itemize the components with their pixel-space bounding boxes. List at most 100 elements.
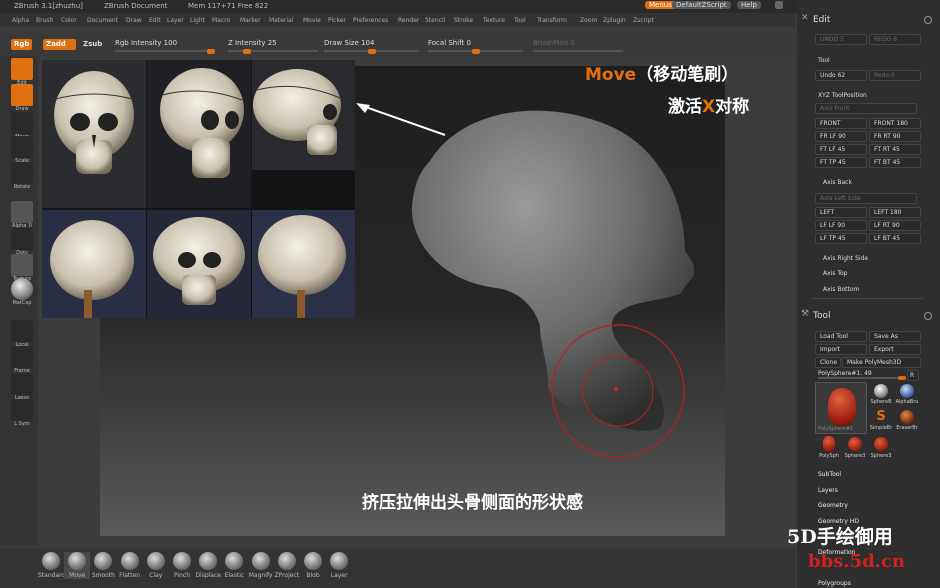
tool-thumb-alphabrush[interactable]: AlphaBru bbox=[895, 382, 919, 408]
default-zscript-button[interactable]: DefaultZScript bbox=[672, 1, 731, 9]
r-button[interactable]: R bbox=[907, 370, 919, 381]
brushmod-slider[interactable]: BrushMod 0 bbox=[533, 39, 623, 52]
edit-panel-toggle-icon[interactable] bbox=[924, 16, 932, 24]
tool-panel-toggle-icon[interactable] bbox=[924, 312, 932, 320]
lf-lf-90-button[interactable]: LF LF 90 bbox=[815, 220, 867, 231]
help-button[interactable]: Help bbox=[737, 1, 761, 9]
axis-back-button[interactable]: Axis Back bbox=[823, 179, 852, 186]
brush-smooth[interactable]: Smooth bbox=[90, 552, 116, 579]
undo-62-button[interactable]: Undo 62 bbox=[815, 70, 867, 81]
redo-button[interactable]: REDO 6 bbox=[869, 34, 921, 45]
tool-dots-button[interactable]: Dots bbox=[10, 228, 34, 256]
brush-blob[interactable]: Blob bbox=[300, 552, 326, 579]
subtool-section[interactable]: SubTool bbox=[818, 471, 841, 478]
menu-document[interactable]: Document bbox=[87, 17, 118, 24]
brush-clay[interactable]: Clay bbox=[143, 552, 169, 579]
axis-left-side-button[interactable]: Axis Left Side bbox=[815, 193, 917, 204]
redo-0-button[interactable]: Redo 0 bbox=[869, 70, 921, 81]
geometry-section[interactable]: Geometry bbox=[818, 502, 848, 509]
slider-knob[interactable] bbox=[472, 49, 480, 54]
tool-thumb-polysph[interactable]: PolySph bbox=[817, 436, 841, 460]
menu-movie[interactable]: Movie bbox=[303, 17, 321, 24]
menu-layer[interactable]: Layer bbox=[167, 17, 184, 24]
tool-local-button[interactable]: Local bbox=[10, 320, 34, 348]
focal-shift-slider[interactable]: Focal Shift 0 bbox=[428, 39, 523, 54]
load-tool-button[interactable]: Load Tool bbox=[815, 331, 867, 342]
axis-right-side-button[interactable]: Axis Right Side bbox=[823, 255, 868, 262]
brush-elastic[interactable]: Elastic bbox=[221, 552, 247, 579]
slider-knob[interactable] bbox=[368, 49, 376, 54]
tool-thumb-sphere3[interactable]: Sphere3 bbox=[843, 436, 867, 460]
lf-bt-45-button[interactable]: LF BT 45 bbox=[869, 233, 921, 244]
tool-thumb-sphere3b[interactable]: Sphere3 bbox=[869, 436, 893, 460]
menu-render[interactable]: Render bbox=[398, 17, 419, 24]
slider-knob[interactable] bbox=[207, 49, 215, 54]
brush-zproject[interactable]: ZProject bbox=[274, 552, 300, 579]
axis-top-button[interactable]: Axis Top bbox=[823, 270, 847, 277]
tool-frame-button[interactable]: Frame bbox=[10, 346, 34, 374]
export-button[interactable]: Export bbox=[869, 344, 921, 355]
layers-section[interactable]: Layers bbox=[818, 487, 838, 494]
tool-alpha-button[interactable]: Alpha_0 bbox=[10, 201, 34, 229]
menu-tool[interactable]: Tool bbox=[514, 17, 526, 24]
tool-lsym-button[interactable]: L.Sym bbox=[10, 399, 34, 427]
active-tool-thumbnail[interactable]: PolySphere#1 bbox=[815, 382, 867, 434]
axis-front-button[interactable]: Axis Front bbox=[815, 103, 917, 114]
brush-move[interactable]: Move bbox=[64, 552, 91, 579]
tool-draw-button[interactable]: Draw bbox=[10, 84, 34, 112]
brush-pinch[interactable]: Pinch bbox=[169, 552, 195, 579]
z-intensity-slider[interactable]: Z Intensity 25 bbox=[228, 39, 318, 54]
tool-edit-button[interactable]: Edit bbox=[10, 58, 34, 86]
ft-tp-45-button[interactable]: FT TP 45 bbox=[815, 157, 867, 168]
slider-knob[interactable] bbox=[898, 376, 906, 380]
menu-material[interactable]: Material bbox=[269, 17, 293, 24]
menu-brush[interactable]: Brush bbox=[36, 17, 53, 24]
menu-zoom[interactable]: Zoom bbox=[580, 17, 597, 24]
menu-stencil[interactable]: Stencil bbox=[425, 17, 445, 24]
ft-rt-45-button[interactable]: FT RT 45 bbox=[869, 144, 921, 155]
menu-zscript[interactable]: Zscript bbox=[633, 17, 654, 24]
fr-lf-90-button[interactable]: FR LF 90 bbox=[815, 131, 867, 142]
menu-picker[interactable]: Picker bbox=[328, 17, 346, 24]
menu-texture[interactable]: Texture bbox=[483, 17, 505, 24]
tool-scale-button[interactable]: Scale bbox=[10, 136, 34, 164]
lf-tp-45-button[interactable]: LF TP 45 bbox=[815, 233, 867, 244]
menu-marker[interactable]: Marker bbox=[240, 17, 261, 24]
menu-edit[interactable]: Edit bbox=[149, 17, 161, 24]
menu-color[interactable]: Color bbox=[61, 17, 77, 24]
menu-alpha[interactable]: Alpha bbox=[12, 17, 29, 24]
polygroups-section[interactable]: Polygroups bbox=[818, 580, 851, 587]
brush-displace[interactable]: Displace bbox=[195, 552, 221, 579]
zadd-toggle[interactable]: Zadd bbox=[43, 39, 76, 50]
slider-knob[interactable] bbox=[243, 49, 251, 54]
tool-thumb-eraserbrush[interactable]: EraserBr bbox=[895, 408, 919, 434]
brush-layer[interactable]: Layer bbox=[326, 552, 352, 579]
fr-rt-90-button[interactable]: FR RT 90 bbox=[869, 131, 921, 142]
window-minimize-icon[interactable] bbox=[775, 1, 783, 9]
menu-transform[interactable]: Transform bbox=[537, 17, 567, 24]
menu-light[interactable]: Light bbox=[190, 17, 205, 24]
save-as-button[interactable]: Save As bbox=[869, 331, 921, 342]
make-polymesh3d-button[interactable]: Make PolyMesh3D bbox=[842, 357, 921, 368]
tool-lasso-button[interactable]: Lasso bbox=[10, 373, 34, 401]
draw-size-slider[interactable]: Draw Size 104 bbox=[324, 39, 419, 54]
brush-flatten[interactable]: Flatten bbox=[117, 552, 143, 579]
tool-panel-title[interactable]: Tool bbox=[813, 311, 830, 321]
import-button[interactable]: Import bbox=[815, 344, 867, 355]
tool-matcap-button[interactable]: MatCap bbox=[10, 278, 34, 306]
front-180-button[interactable]: FRONT 180 bbox=[869, 118, 921, 129]
brush-magnify[interactable]: Magnify bbox=[248, 552, 274, 579]
ft-bt-45-button[interactable]: FT BT 45 bbox=[869, 157, 921, 168]
tool-rotate-button[interactable]: Rotate bbox=[10, 162, 34, 190]
menu-macro[interactable]: Macro bbox=[212, 17, 230, 24]
menu-draw[interactable]: Draw bbox=[126, 17, 142, 24]
tool-thumb-simplebrush[interactable]: S SimpleBr bbox=[869, 408, 893, 434]
front-button[interactable]: FRONT bbox=[815, 118, 867, 129]
left-180-button[interactable]: LEFT 180 bbox=[869, 207, 921, 218]
clone-button[interactable]: Clone bbox=[815, 357, 841, 368]
lf-rt-90-button[interactable]: LF RT 90 bbox=[869, 220, 921, 231]
tool-thumb-sphereb[interactable]: SphereB bbox=[869, 382, 893, 408]
menu-preferences[interactable]: Preferences bbox=[353, 17, 388, 24]
menu-stroke[interactable]: Stroke bbox=[454, 17, 473, 24]
rgb-intensity-slider[interactable]: Rgb Intensity 100 bbox=[115, 39, 215, 54]
